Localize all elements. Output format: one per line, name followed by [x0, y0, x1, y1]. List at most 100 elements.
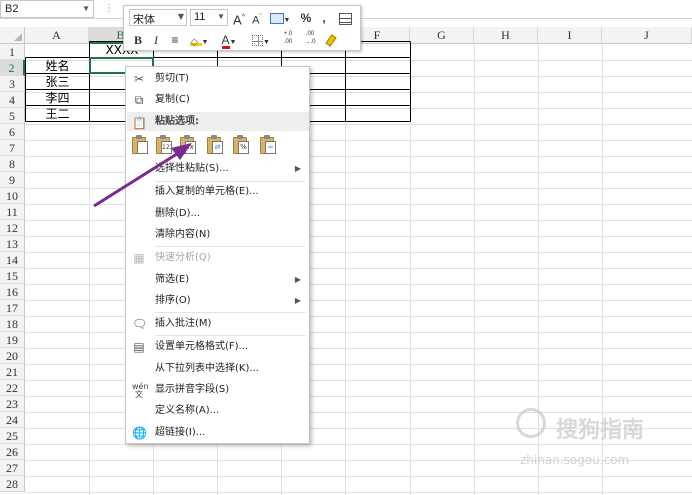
row-header-17[interactable]: 17 — [0, 300, 25, 316]
menu-item-delete[interactable]: 删除(D)... — [126, 204, 309, 224]
row-header-25[interactable]: 25 — [0, 428, 25, 444]
row-header-11[interactable]: 11 — [0, 204, 25, 220]
menu-item-label: 筛选(E) — [155, 274, 190, 285]
menu-item-label: 超链接(I)... — [155, 427, 206, 438]
menu-item-label: 显示拼音字段(S) — [155, 384, 230, 395]
row-header-1[interactable]: 1 — [0, 44, 25, 60]
menu-item-label: 快速分析(Q) — [155, 252, 211, 263]
paste-option-formatting[interactable]: % — [232, 135, 250, 155]
accounting-format-icon — [269, 13, 284, 25]
transpose-icon: ⇄ — [212, 141, 223, 154]
clipboard-icon: 📋 — [132, 116, 147, 130]
row-header-3[interactable]: 3 — [0, 76, 25, 92]
paintbrush-icon — [325, 34, 337, 48]
menu-item-label: 复制(C) — [155, 94, 190, 105]
accounting-format-button[interactable]: ▼ — [267, 9, 293, 27]
row-header-12[interactable]: 12 — [0, 220, 25, 236]
menu-item-label: 删除(D)... — [155, 208, 201, 219]
menu-item-sort[interactable]: 排序(O) ▶ — [126, 291, 309, 311]
row-header-22[interactable]: 22 — [0, 380, 25, 396]
name-box-value: B2 — [5, 3, 19, 15]
paste-option-paste[interactable] — [131, 135, 149, 155]
menu-item-filter[interactable]: 筛选(E) ▶ — [126, 270, 309, 290]
row-header-4[interactable]: 4 — [0, 92, 25, 108]
menu-item-insert-comment[interactable]: 🗨 插入批注(M) — [126, 314, 309, 334]
column-header-a[interactable]: A — [25, 27, 89, 44]
format-painter-button[interactable] — [323, 31, 339, 49]
row-header-20[interactable]: 20 — [0, 348, 25, 364]
row-header-14[interactable]: 14 — [0, 252, 25, 268]
menu-item-clear[interactable]: 清除内容(N) — [126, 225, 309, 245]
grow-font-button[interactable]: A^ — [232, 9, 246, 27]
menu-separator — [155, 312, 305, 313]
row-header-8[interactable]: 8 — [0, 156, 25, 172]
paste-option-transpose[interactable]: ⇄ — [206, 135, 224, 155]
shrink-font-icon: A — [252, 14, 260, 27]
row-header-19[interactable]: 19 — [0, 332, 25, 348]
hyperlink-icon: 🌐 — [132, 426, 147, 440]
row-header-23[interactable]: 23 — [0, 396, 25, 412]
decrease-decimal-button[interactable]: .00 →.0 — [301, 30, 319, 48]
chevron-down-icon[interactable]: ▼ — [82, 4, 90, 13]
font-name-box[interactable]: 宋体 ▼ — [129, 9, 187, 26]
row-header-27[interactable]: 27 — [0, 460, 25, 476]
font-size-box[interactable]: 11 ▼ — [190, 9, 228, 26]
font-color-button[interactable]: A▼ — [216, 31, 242, 49]
menu-item-copy[interactable]: ⧉ 复制(C) — [126, 90, 309, 110]
paste-option-values[interactable]: 123 — [155, 135, 173, 155]
font-name-value: 宋体 — [133, 13, 155, 26]
chevron-down-icon[interactable]: ▼ — [178, 12, 184, 21]
chevron-down-icon[interactable]: ▼ — [217, 12, 225, 21]
row-header-15[interactable]: 15 — [0, 268, 25, 284]
name-box[interactable]: B2 ▼ — [0, 0, 94, 18]
row-header-5[interactable]: 5 — [0, 108, 25, 124]
paste-option-link[interactable]: ∞ — [259, 135, 277, 155]
comma-style-button[interactable]: , — [318, 9, 330, 27]
row-header-2[interactable]: 2 — [0, 60, 25, 76]
row-header-18[interactable]: 18 — [0, 316, 25, 332]
menu-item-insert-copied[interactable]: 插入复制的单元格(E)... — [126, 182, 309, 202]
column-header-j[interactable]: J — [602, 27, 692, 44]
menu-item-hyperlink[interactable]: 🌐 超链接(I)... — [126, 423, 309, 443]
format-table-button[interactable] — [336, 9, 354, 27]
cell-a3[interactable]: 张三 — [26, 74, 89, 90]
menu-item-paste-special[interactable]: 选择性粘贴(S)... ▶ — [126, 159, 309, 179]
fill-color-button[interactable]: ◇ ▼ — [186, 31, 212, 49]
row-header-24[interactable]: 24 — [0, 412, 25, 428]
row-header-7[interactable]: 7 — [0, 140, 25, 156]
column-header-i[interactable]: I — [538, 27, 602, 44]
font-size-value: 11 — [194, 11, 206, 23]
row-header-13[interactable]: 13 — [0, 236, 25, 252]
increase-decimal-button[interactable]: +.0 .00 — [279, 30, 297, 48]
row-header-21[interactable]: 21 — [0, 364, 25, 380]
row-header-6[interactable]: 6 — [0, 124, 25, 140]
column-header-h[interactable]: H — [474, 27, 538, 44]
row-header-16[interactable]: 16 — [0, 284, 25, 300]
menu-item-define-name[interactable]: 定义名称(A)... — [126, 401, 309, 421]
italic-button[interactable]: I — [150, 31, 162, 49]
menu-item-phonetic[interactable]: wén 文 显示拼音字段(S) — [126, 380, 309, 400]
shrink-font-button[interactable]: Aˇ — [250, 9, 264, 27]
row-header-9[interactable]: 9 — [0, 172, 25, 188]
row-header-26[interactable]: 26 — [0, 444, 25, 460]
row-header-10[interactable]: 10 — [0, 188, 25, 204]
paste-link-icon: ∞ — [265, 141, 276, 154]
menu-item-pick-from-list[interactable]: 从下拉列表中选择(K)... — [126, 359, 309, 379]
row-header-28[interactable]: 28 — [0, 476, 25, 492]
cell-a4[interactable]: 李四 — [26, 90, 89, 106]
paste-values-icon: 123 — [161, 141, 172, 154]
paste-option-formulas[interactable]: fx — [179, 135, 197, 155]
percent-style-button[interactable]: % — [298, 9, 314, 27]
borders-button[interactable]: ▼ — [248, 31, 274, 49]
formula-bar-separator-icon: ⋮ — [104, 3, 114, 14]
menu-item-cut[interactable]: ✂ 剪切(T) — [126, 69, 309, 89]
align-center-button[interactable]: ≡ — [168, 31, 182, 49]
cell-a2[interactable]: 姓名 — [26, 58, 89, 74]
cell-a5[interactable]: 王二 — [26, 106, 89, 122]
bold-button[interactable]: B — [132, 31, 144, 49]
table-format-icon — [338, 12, 352, 25]
column-header-g[interactable]: G — [410, 27, 474, 44]
select-all-corner[interactable] — [0, 27, 25, 44]
menu-item-format-cells[interactable]: ▤ 设置单元格格式(F)... — [126, 337, 309, 357]
menu-item-label: 插入复制的单元格(E)... — [155, 186, 259, 197]
